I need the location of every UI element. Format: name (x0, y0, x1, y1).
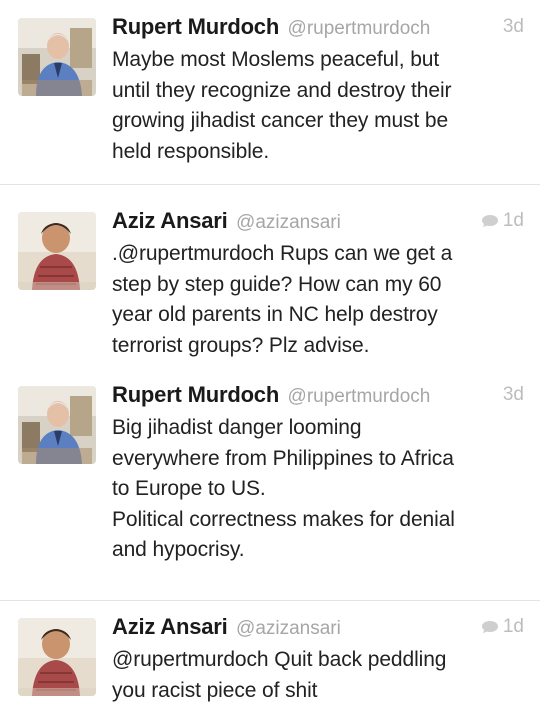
avatar[interactable] (18, 212, 96, 290)
tweet-text: Big jihadist danger looming everywhere f… (112, 416, 455, 561)
tweet-meta: 1d (481, 210, 524, 232)
timestamp: 1d (502, 210, 524, 231)
avatar[interactable] (18, 386, 96, 464)
divider (0, 600, 540, 601)
author-name[interactable]: Rupert Murdoch (112, 382, 279, 407)
tweet-text: .@rupertmurdoch Rups can we get a step b… (112, 242, 453, 357)
tweet-text: @rupertmurdoch Quit back peddling you ra… (112, 648, 447, 702)
tweet-header: Aziz Ansari @azizansari 1d (112, 614, 524, 644)
tweet-meta: 3d (503, 16, 524, 38)
tweet-header: Rupert Murdoch @rupertmurdoch 3d (112, 382, 524, 412)
author-handle[interactable]: @rupertmurdoch (288, 386, 431, 407)
tweet-header: Aziz Ansari @azizansari 1d (112, 208, 524, 238)
timestamp: 3d (502, 16, 524, 37)
avatar[interactable] (18, 618, 96, 696)
reply-bubble-icon (481, 621, 498, 633)
author-name[interactable]: Rupert Murdoch (112, 14, 279, 39)
author-handle[interactable]: @azizansari (236, 618, 341, 639)
tweet-header: Rupert Murdoch @rupertmurdoch 3d (112, 14, 524, 44)
timestamp: 3d (502, 384, 524, 405)
tweet-text: Maybe most Moslems peaceful, but until t… (112, 48, 452, 163)
reply-bubble-icon (481, 215, 498, 227)
divider (0, 184, 540, 185)
author-handle[interactable]: @rupertmurdoch (288, 18, 431, 39)
tweet-meta: 1d (481, 616, 524, 638)
avatar[interactable] (18, 18, 96, 96)
author-handle[interactable]: @azizansari (236, 212, 341, 233)
author-name[interactable]: Aziz Ansari (112, 208, 228, 233)
tweet-meta: 3d (503, 384, 524, 406)
timestamp: 1d (502, 616, 524, 637)
author-name[interactable]: Aziz Ansari (112, 614, 228, 639)
